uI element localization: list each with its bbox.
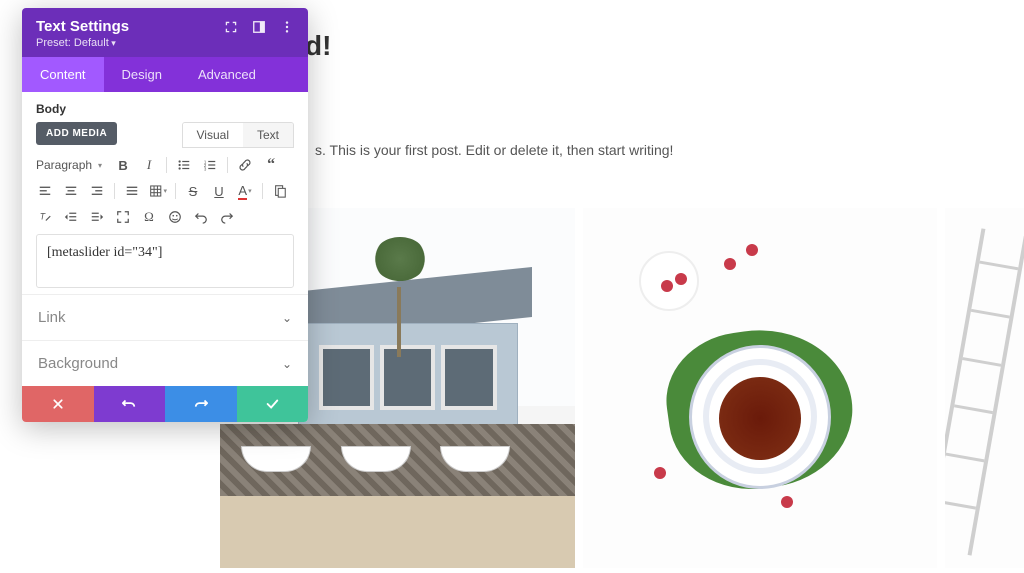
chevron-down-icon: ⌄ <box>282 311 292 325</box>
align-left-icon[interactable] <box>36 182 54 200</box>
editor-toolbar: Paragraph B I 123 “ <box>36 156 294 174</box>
underline-icon[interactable]: U <box>210 182 228 200</box>
editor-tab-visual[interactable]: Visual <box>183 123 243 147</box>
accordion-background-label: Background <box>38 355 118 372</box>
tab-design[interactable]: Design <box>104 57 180 92</box>
redo-button[interactable] <box>165 386 237 422</box>
save-button[interactable] <box>237 386 309 422</box>
bullet-list-icon[interactable] <box>175 156 193 174</box>
strikethrough-icon[interactable]: S <box>184 182 202 200</box>
align-justify-icon[interactable] <box>123 182 141 200</box>
format-dropdown[interactable]: Paragraph <box>36 158 102 172</box>
chevron-down-icon: ⌄ <box>282 357 292 371</box>
clear-formatting-icon[interactable]: T <box>36 208 54 226</box>
emoji-icon[interactable] <box>166 208 184 226</box>
text-color-icon[interactable]: A <box>236 182 254 200</box>
cancel-button[interactable] <box>22 386 94 422</box>
preset-dropdown[interactable]: Preset: Default <box>36 37 294 49</box>
editor-tab-text[interactable]: Text <box>243 123 293 147</box>
more-icon[interactable] <box>280 20 294 34</box>
blockquote-icon[interactable]: “ <box>262 156 280 174</box>
indent-icon[interactable] <box>88 208 106 226</box>
page-title: d! <box>305 30 1024 62</box>
editor-textarea[interactable]: [metaslider id="34"] <box>36 234 294 288</box>
align-right-icon[interactable] <box>88 182 106 200</box>
editor-mode-tabs: Visual Text <box>182 122 294 148</box>
panel-header: Text Settings Preset: Default <box>22 8 308 57</box>
dock-icon[interactable] <box>252 20 266 34</box>
page-subtext: s. This is your first post. Edit or dele… <box>315 142 1024 158</box>
slide-ladder <box>945 208 1024 568</box>
align-center-icon[interactable] <box>62 182 80 200</box>
special-char-icon[interactable]: Ω <box>140 208 158 226</box>
undo-icon[interactable] <box>192 208 210 226</box>
fullscreen-icon[interactable] <box>114 208 132 226</box>
slide-teacup <box>583 208 938 568</box>
italic-icon[interactable]: I <box>140 156 158 174</box>
accordion-link-label: Link <box>38 309 66 326</box>
panel-footer <box>22 386 308 422</box>
outdent-icon[interactable] <box>62 208 80 226</box>
numbered-list-icon[interactable]: 123 <box>201 156 219 174</box>
undo-button[interactable] <box>94 386 166 422</box>
editor-toolbar-row2: S U A <box>36 182 294 200</box>
panel-tabs: Content Design Advanced <box>22 57 308 92</box>
accordion-background[interactable]: Background ⌄ <box>22 340 308 386</box>
body-section: Body ADD MEDIA Visual Text Paragraph B I… <box>22 92 308 294</box>
body-label: Body <box>36 102 294 116</box>
bold-icon[interactable]: B <box>114 156 132 174</box>
add-media-button[interactable]: ADD MEDIA <box>36 122 117 145</box>
slider-row <box>220 208 1024 568</box>
redo-icon[interactable] <box>218 208 236 226</box>
expand-icon[interactable] <box>224 20 238 34</box>
panel-title: Text Settings <box>36 18 129 35</box>
svg-text:T: T <box>40 212 46 222</box>
svg-text:3: 3 <box>204 166 207 171</box>
accordion-link[interactable]: Link ⌄ <box>22 294 308 340</box>
link-icon[interactable] <box>236 156 254 174</box>
editor-toolbar-row3: T Ω <box>36 208 294 226</box>
paste-icon[interactable] <box>271 182 289 200</box>
text-settings-panel: Text Settings Preset: Default Content De… <box>22 8 308 422</box>
tab-content[interactable]: Content <box>22 57 104 92</box>
table-icon[interactable] <box>149 182 167 200</box>
tab-advanced[interactable]: Advanced <box>180 57 274 92</box>
